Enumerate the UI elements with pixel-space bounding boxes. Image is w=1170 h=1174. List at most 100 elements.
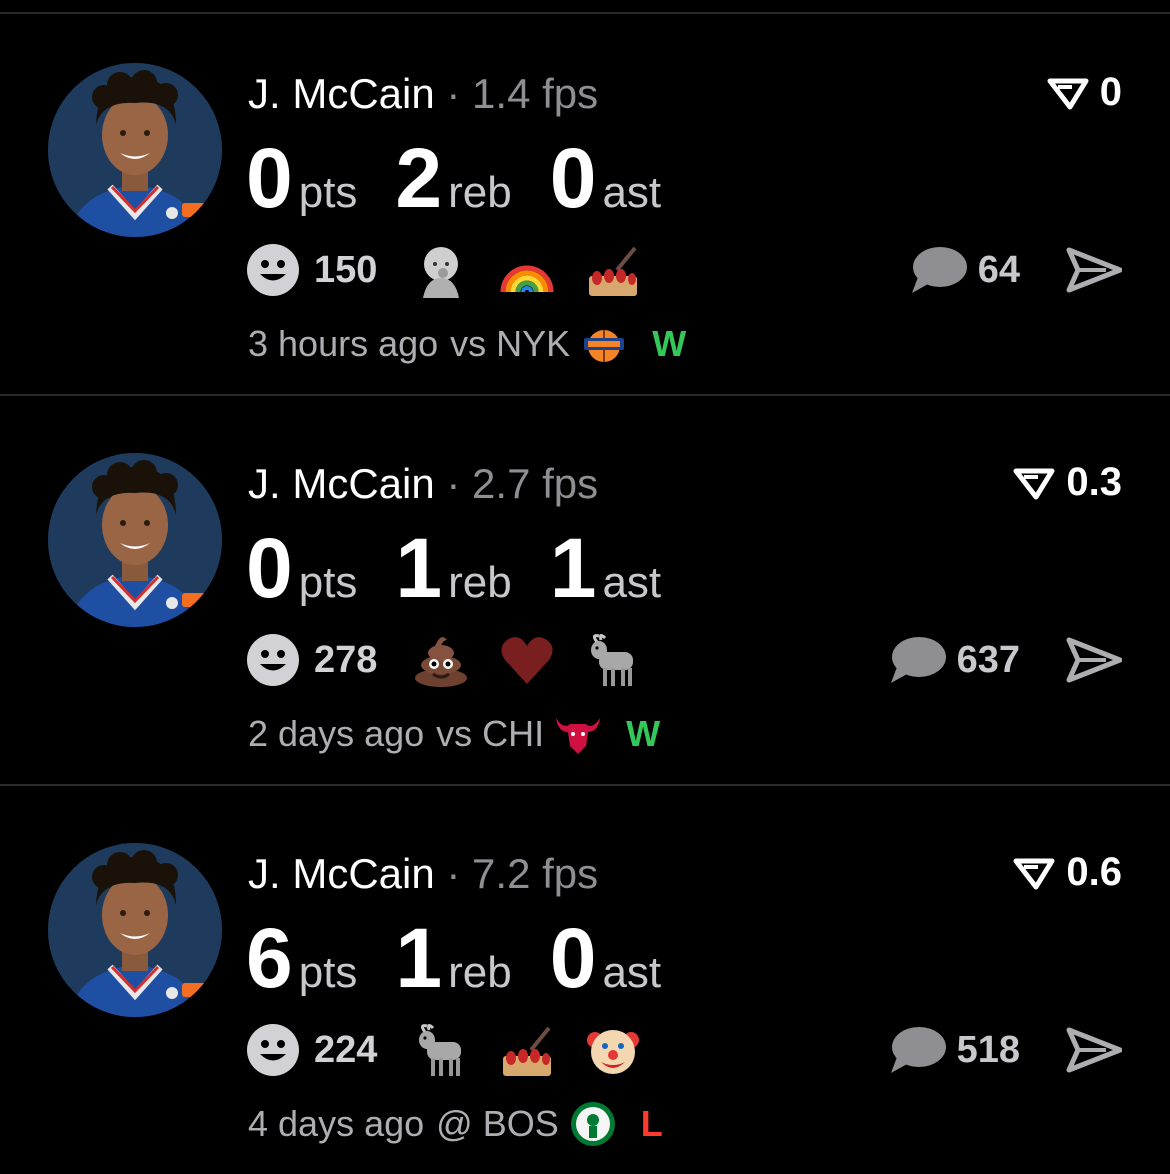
- comment-count[interactable]: 637: [957, 639, 1020, 682]
- separator: ·: [446, 70, 461, 117]
- triangle-down-icon: [1013, 468, 1055, 499]
- clown-emoji[interactable]: [585, 1022, 641, 1078]
- game-result-win: W: [652, 323, 687, 364]
- game-meta: 2 days ago vs CHI W: [248, 710, 660, 758]
- player-avatar[interactable]: [48, 843, 222, 1017]
- opponent[interactable]: vs NYK: [450, 323, 570, 365]
- bulls-logo-icon: [556, 718, 601, 754]
- separator: ·: [446, 850, 461, 897]
- post-header: J. McCain · 7.2 fps: [248, 848, 598, 900]
- post-card[interactable]: J. McCain · 2.7 fps 0.3 0 pts 1 reb 1 as…: [0, 404, 1170, 792]
- score-badge: 0.6: [1012, 850, 1122, 895]
- divider: [0, 784, 1170, 786]
- fps-value: 1.4 fps: [472, 70, 599, 117]
- comment-count[interactable]: 518: [957, 1029, 1020, 1072]
- triangle-down-icon: [1047, 78, 1089, 109]
- stat-assists: 0 ast: [550, 130, 661, 226]
- score-value: 0.3: [1066, 460, 1122, 504]
- stat-value: 1: [395, 521, 443, 615]
- player-name[interactable]: J. McCain: [248, 70, 435, 117]
- stat-unit: ast: [602, 168, 662, 217]
- timestamp: 2 days ago: [248, 713, 425, 754]
- actions-row: 637: [889, 632, 1122, 688]
- smiley-icon[interactable]: [246, 1023, 300, 1077]
- reactions-row: 150: [246, 242, 671, 298]
- stat-value: 1: [395, 911, 443, 1005]
- score-value: 0.6: [1066, 850, 1122, 894]
- comment-bubble-icon[interactable]: [889, 635, 947, 685]
- stat-unit: ast: [602, 948, 662, 997]
- game-meta: 3 hours ago vs NYK W: [248, 320, 686, 368]
- nail-polish-emoji[interactable]: [585, 242, 641, 298]
- stat-value: 2: [395, 131, 443, 225]
- reactions-row: 224: [246, 1022, 671, 1078]
- game-result-loss: L: [640, 1103, 663, 1144]
- game-result-win: W: [626, 713, 661, 754]
- stat-value: 6: [246, 911, 293, 1005]
- poop-emoji[interactable]: [413, 632, 469, 688]
- post-header: J. McCain · 1.4 fps: [248, 68, 598, 120]
- fps-value: 2.7 fps: [472, 460, 599, 507]
- comment-bubble-icon[interactable]: [889, 1025, 947, 1075]
- stat-unit: pts: [298, 558, 358, 607]
- nail-polish-emoji[interactable]: [499, 1022, 555, 1078]
- reaction-count[interactable]: 278: [314, 639, 377, 682]
- stat-unit: reb: [448, 168, 512, 217]
- player-avatar[interactable]: [48, 63, 222, 237]
- reaction-count[interactable]: 224: [314, 1029, 377, 1072]
- heart-emoji[interactable]: [499, 632, 555, 688]
- opponent[interactable]: vs CHI: [436, 713, 544, 755]
- comment-count[interactable]: 64: [978, 249, 1020, 292]
- divider: [0, 394, 1170, 396]
- rainbow-emoji[interactable]: [499, 242, 555, 298]
- stat-value: 0: [246, 131, 293, 225]
- goat-emoji[interactable]: [413, 1022, 469, 1078]
- separator: ·: [446, 460, 461, 507]
- stat-line: 0 pts 1 reb 1 ast: [246, 520, 699, 616]
- stat-value: 1: [549, 521, 597, 615]
- player-avatar[interactable]: [48, 453, 222, 627]
- smiley-icon[interactable]: [246, 633, 300, 687]
- stat-unit: pts: [298, 948, 358, 997]
- share-send-icon[interactable]: [1066, 1026, 1122, 1074]
- game-meta: 4 days ago @ BOS L: [248, 1100, 663, 1148]
- post-header: J. McCain · 2.7 fps: [248, 458, 598, 510]
- actions-row: 518: [889, 1022, 1122, 1078]
- post-card[interactable]: J. McCain · 1.4 fps 0 0 pts 2 reb 0 ast: [0, 14, 1170, 402]
- timestamp: 3 hours ago: [248, 323, 439, 364]
- score-badge: 0: [1046, 70, 1122, 115]
- opponent[interactable]: @ BOS: [436, 1103, 559, 1145]
- stat-points: 0 pts: [246, 130, 357, 226]
- reaction-count[interactable]: 150: [314, 249, 377, 292]
- share-send-icon[interactable]: [1066, 246, 1122, 294]
- goat-emoji[interactable]: [585, 632, 641, 688]
- stat-points: 6 pts: [246, 910, 357, 1006]
- stat-value: 0: [549, 131, 597, 225]
- comment-bubble-icon[interactable]: [910, 245, 968, 295]
- score-badge: 0.3: [1012, 460, 1122, 505]
- stat-line: 0 pts 2 reb 0 ast: [246, 130, 699, 226]
- feed: J. McCain · 1.4 fps 0 0 pts 2 reb 0 ast: [0, 0, 1170, 1174]
- share-send-icon[interactable]: [1066, 636, 1122, 684]
- player-name[interactable]: J. McCain: [248, 460, 435, 507]
- stat-points: 0 pts: [246, 520, 357, 616]
- stat-assists: 1 ast: [550, 520, 661, 616]
- celtics-logo-icon: [570, 1102, 615, 1146]
- stat-rebounds: 2 reb: [395, 130, 511, 226]
- stat-rebounds: 1 reb: [395, 520, 511, 616]
- stat-unit: ast: [602, 558, 662, 607]
- triangle-down-icon: [1013, 858, 1055, 889]
- timestamp: 4 days ago: [248, 1103, 425, 1144]
- stat-unit: reb: [448, 558, 512, 607]
- stat-line: 6 pts 1 reb 0 ast: [246, 910, 699, 1006]
- player-name[interactable]: J. McCain: [248, 850, 435, 897]
- post-card[interactable]: J. McCain · 7.2 fps 0.6 6 pts 1 reb 0 as…: [0, 794, 1170, 1174]
- stat-value: 0: [549, 911, 597, 1005]
- baby-emoji[interactable]: [413, 242, 469, 298]
- actions-row: 64: [910, 242, 1122, 298]
- smiley-icon[interactable]: [246, 243, 300, 297]
- stat-rebounds: 1 reb: [395, 910, 511, 1006]
- reactions-row: 278: [246, 632, 671, 688]
- score-value: 0: [1099, 70, 1122, 114]
- fps-value: 7.2 fps: [472, 850, 599, 897]
